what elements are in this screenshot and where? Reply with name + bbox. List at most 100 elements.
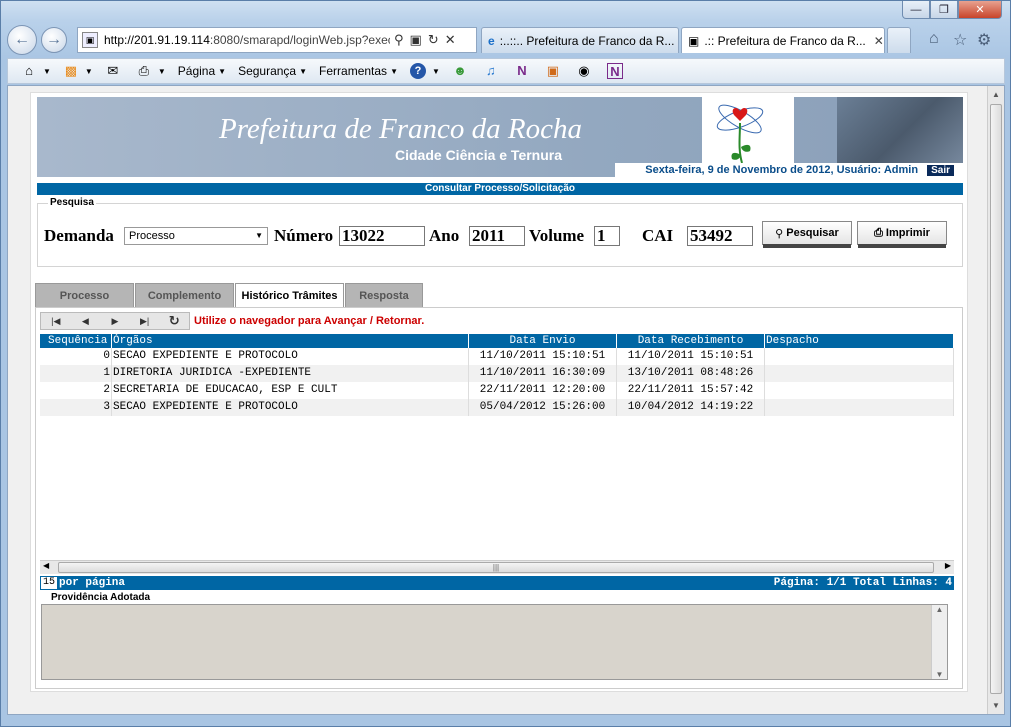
address-url[interactable]: http://201.91.19.114:8080/smarapd/loginW… <box>104 33 390 47</box>
providencia-textarea[interactable]: ▲ ▼ <box>41 604 948 680</box>
site-subtitle: Cidade Ciência e Ternura <box>395 147 563 163</box>
cell-sequencia: 2 <box>40 382 112 399</box>
print-menu[interactable]: ⎙ ▼ <box>131 60 171 82</box>
scroll-thumb[interactable]: ||| <box>58 562 934 573</box>
view-button[interactable]: ◉ <box>571 60 600 82</box>
column-header-orgaos[interactable]: Órgãos <box>112 334 469 348</box>
browser-tab-label: :..::.. Prefeitura de Franco da R... <box>499 33 675 48</box>
column-header-despacho[interactable]: Despacho <box>765 334 954 348</box>
onenote-button[interactable]: N <box>509 60 538 82</box>
browser-tab-2[interactable]: ▣ .:: Prefeitura de Franco da R... ✕ <box>681 27 885 53</box>
search-legend: Pesquisa <box>48 197 96 208</box>
table-row[interactable]: 0 SECAO EXPEDIENTE E PROTOCOLO 11/10/201… <box>40 348 954 365</box>
numero-input[interactable]: 13022 <box>339 226 425 246</box>
tab-resposta[interactable]: Resposta <box>345 283 423 307</box>
home-menu[interactable]: ⌂ ▼ <box>16 60 56 82</box>
last-record-icon[interactable]: ▶| <box>134 316 156 327</box>
providencia-label: Providência Adotada <box>51 592 151 603</box>
tab-label: Histórico Trâmites <box>241 289 338 302</box>
scroll-left-icon[interactable]: ◀ <box>43 561 49 570</box>
stop-icon[interactable]: ✕ <box>445 32 456 48</box>
browser-window: — ❐ ✕ ← → ▣ http://201.91.19.114:8080/sm… <box>0 0 1011 727</box>
close-window-button[interactable]: ✕ <box>958 1 1002 19</box>
web-page: Prefeitura de Franco da Rocha Cidade Ciê… <box>30 92 968 692</box>
cell-sequencia: 1 <box>40 365 112 382</box>
table-header: Sequência Órgãos Data Envio Data Recebim… <box>40 334 954 348</box>
cai-input[interactable]: 53492 <box>687 226 753 246</box>
tab-processo[interactable]: Processo <box>35 283 134 307</box>
close-tab-icon[interactable]: ✕ <box>874 34 884 48</box>
browser-tab-1[interactable]: e :..::.. Prefeitura de Franco da R... <box>481 27 679 53</box>
textarea-scrollbar[interactable]: ▲ ▼ <box>931 605 947 679</box>
scroll-down-icon[interactable]: ▼ <box>936 670 944 679</box>
logout-button[interactable]: Sair <box>926 163 955 177</box>
page-favicon-icon: ▣ <box>688 33 700 48</box>
scroll-down-icon[interactable]: ▼ <box>988 697 1004 714</box>
refresh-icon[interactable]: ↻ <box>428 32 439 48</box>
mail-button[interactable]: ✉ <box>100 60 129 82</box>
cell-sequencia: 0 <box>40 348 112 365</box>
scroll-thumb[interactable] <box>990 104 1002 694</box>
per-page-input[interactable]: 15 <box>41 577 57 589</box>
table-row[interactable]: 1 DIRETORIA JURIDICA -EXPEDIENTE 11/10/2… <box>40 365 954 382</box>
tab-historico-tramites[interactable]: Histórico Trâmites <box>235 283 344 307</box>
home-icon[interactable]: ⌂ <box>929 30 939 48</box>
address-path: :8080/smarapd/loginWeb.jsp?exec <box>209 33 390 47</box>
horizontal-scrollbar[interactable]: ◀ ||| ▶ <box>40 560 954 574</box>
navigation-bar: ← → ▣ http://201.91.19.114:8080/smarapd/… <box>7 25 1005 55</box>
help-icon: ? <box>409 63 426 79</box>
search-icon[interactable]: ⚲ <box>394 32 404 48</box>
scroll-up-icon[interactable]: ▲ <box>988 86 1004 103</box>
table-row[interactable]: 2 SECRETARIA DE EDUCACAO, ESP E CULT 22/… <box>40 382 954 399</box>
safety-menu[interactable]: Segurança ▼ <box>233 60 312 82</box>
cell-despacho <box>765 365 954 382</box>
favorites-star-icon[interactable]: ☆ <box>953 30 967 50</box>
column-header-data-envio[interactable]: Data Envio <box>469 334 617 348</box>
session-status-bar: Sexta-feira, 9 de Novembro de 2012, Usuá… <box>615 163 963 177</box>
messenger-icon: ☻ <box>453 63 467 78</box>
scroll-right-icon[interactable]: ▶ <box>945 561 951 570</box>
back-button[interactable]: ← <box>7 25 37 55</box>
compatibility-view-icon[interactable]: ▣ <box>410 32 422 48</box>
page-viewport: ▲ ▼ Prefeitura de Franco da Rocha Cidade… <box>7 85 1005 715</box>
refresh-icon[interactable]: ↻ <box>163 313 185 329</box>
vertical-scrollbar[interactable]: ▲ ▼ <box>987 86 1004 714</box>
messenger-button[interactable]: ☻ <box>447 60 476 82</box>
research-button[interactable]: ♫ <box>478 60 507 82</box>
browser-tab-label: .:: Prefeitura de Franco da R... <box>704 33 866 48</box>
cell-orgao: DIRETORIA JURIDICA -EXPEDIENTE <box>112 365 469 382</box>
demanda-select[interactable]: Processo <box>124 227 268 245</box>
next-record-icon[interactable]: ▶ <box>104 316 126 327</box>
maximize-button[interactable]: ❐ <box>930 1 958 19</box>
print-button[interactable]: ⎙ Imprimir <box>857 221 947 248</box>
scroll-up-icon[interactable]: ▲ <box>936 605 944 614</box>
table-row[interactable]: 3 SECAO EXPEDIENTE E PROTOCOLO 05/04/201… <box>40 399 954 416</box>
gear-icon[interactable]: ⚙ <box>977 30 991 50</box>
column-header-data-recebimento[interactable]: Data Recebimento <box>617 334 765 348</box>
column-header-sequencia[interactable]: Sequência <box>40 334 112 348</box>
search-button[interactable]: ⚲ Pesquisar <box>762 221 852 248</box>
ano-input[interactable]: 2011 <box>469 226 525 246</box>
page-menu-label: Página <box>177 64 216 78</box>
safety-menu-label: Segurança <box>238 64 297 78</box>
new-tab-button[interactable] <box>887 27 911 53</box>
address-host: http://201.91.19.114 <box>104 33 210 47</box>
help-menu[interactable]: ? ▼ <box>405 60 445 82</box>
feeds-menu[interactable]: ▩ ▼ <box>58 60 98 82</box>
address-bar[interactable]: ▣ http://201.91.19.114:8080/smarapd/logi… <box>77 27 477 53</box>
tools-menu[interactable]: Ferramentas ▼ <box>314 60 403 82</box>
forward-button[interactable]: → <box>41 27 67 53</box>
previous-record-icon[interactable]: ◀ <box>74 316 96 327</box>
page-menu[interactable]: Página ▼ <box>173 60 231 82</box>
cell-data-recebimento: 22/11/2011 15:57:42 <box>617 382 765 399</box>
volume-input[interactable]: 1 <box>594 226 620 246</box>
tab-complemento[interactable]: Complemento <box>135 283 234 307</box>
cell-data-envio: 22/11/2011 12:20:00 <box>469 382 617 399</box>
printer-icon: ⎙ <box>874 226 883 239</box>
minimize-button[interactable]: — <box>902 1 930 19</box>
first-record-icon[interactable]: |◀ <box>45 316 67 327</box>
onenote-linked-button[interactable]: N <box>602 60 631 82</box>
addon-button[interactable]: ▣ <box>540 60 569 82</box>
providencia-section: Providência Adotada ▲ ▼ <box>40 592 954 682</box>
ano-label: Ano <box>429 226 460 245</box>
